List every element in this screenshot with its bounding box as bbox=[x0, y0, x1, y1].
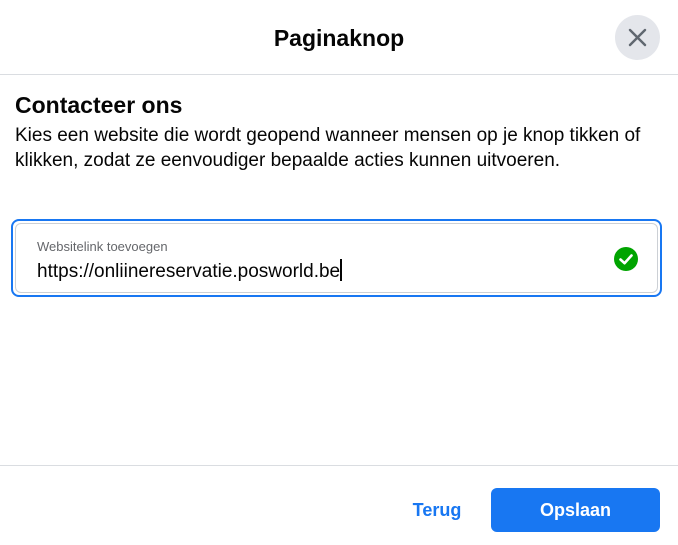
close-button[interactable] bbox=[615, 15, 660, 60]
close-icon bbox=[628, 28, 647, 47]
website-link-field-inner: Websitelink toevoegen https://onliineres… bbox=[15, 223, 658, 293]
section-description: Kies een website die wordt geopend wanne… bbox=[15, 125, 641, 171]
section-title: Contacteer ons bbox=[15, 92, 183, 118]
back-button[interactable]: Terug bbox=[398, 488, 476, 532]
dialog-footer: Terug Opslaan bbox=[0, 465, 678, 545]
page-button-dialog: Paginaknop Contacteer ons Kies een websi… bbox=[0, 0, 678, 545]
dialog-title: Paginaknop bbox=[273, 25, 405, 51]
website-link-field[interactable]: Websitelink toevoegen https://onliineres… bbox=[11, 219, 662, 297]
dialog-content: Contacteer ons Kies een website die word… bbox=[15, 90, 665, 173]
website-link-value: https://onliinereservatie.posworld.be bbox=[37, 261, 341, 282]
dialog-header: Paginaknop bbox=[0, 0, 678, 75]
check-circle-icon bbox=[614, 247, 638, 271]
save-button[interactable]: Opslaan bbox=[491, 488, 660, 532]
website-link-label: Websitelink toevoegen bbox=[37, 239, 168, 254]
website-link-input[interactable]: https://onliinereservatie.posworld.be bbox=[37, 259, 597, 285]
text-caret bbox=[340, 259, 343, 281]
